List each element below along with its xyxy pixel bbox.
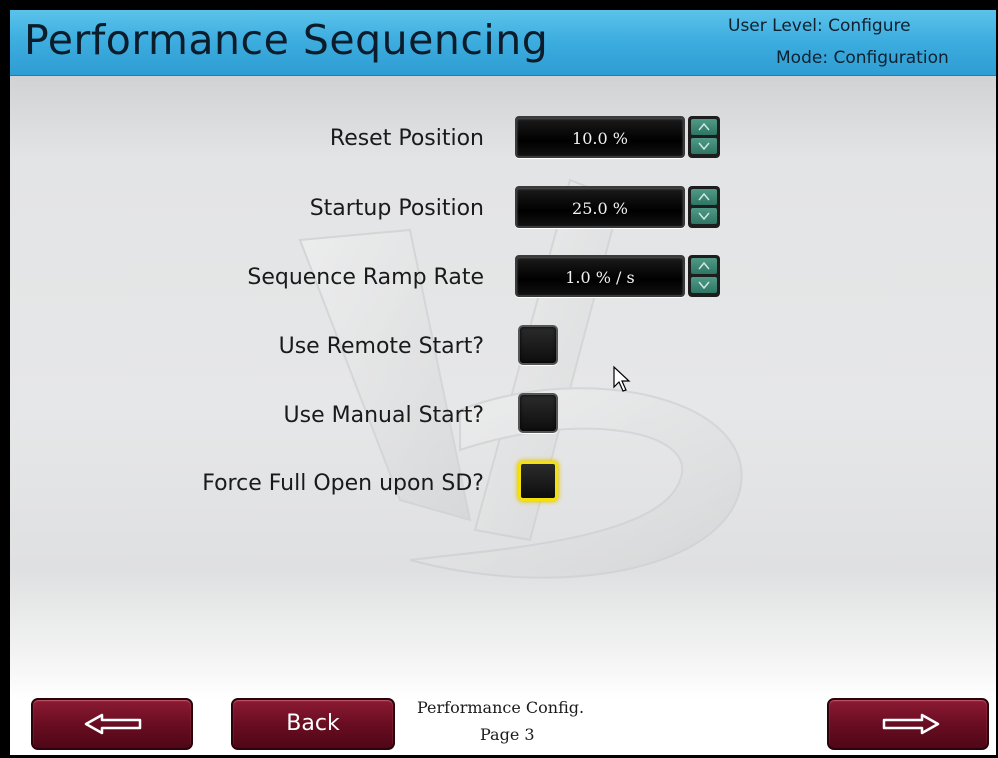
reset-position-spinner: [688, 116, 720, 158]
decrement-button[interactable]: [691, 277, 717, 293]
sequence-ramp-rate-spinner: [688, 255, 720, 297]
header-bar: Performance Sequencing User Level: Confi…: [10, 10, 996, 76]
page-title: Performance Sequencing: [24, 16, 549, 64]
chevron-up-icon: [698, 193, 710, 201]
chevron-down-icon: [698, 142, 710, 150]
startup-position-value: 25.0 %: [572, 199, 628, 218]
use-manual-start-label: Use Manual Start?: [283, 403, 484, 428]
increment-button[interactable]: [691, 189, 717, 205]
reset-position-value: 10.0 %: [572, 129, 628, 148]
decrement-button[interactable]: [691, 138, 717, 154]
startup-position-label: Startup Position: [309, 196, 484, 221]
page-name: Performance Config.: [417, 698, 585, 717]
chevron-up-icon: [698, 262, 710, 270]
sequence-ramp-rate-field[interactable]: 1.0 % / s: [515, 255, 685, 297]
use-remote-start-label: Use Remote Start?: [278, 334, 484, 359]
startup-position-spinner: [688, 186, 720, 228]
startup-position-field[interactable]: 25.0 %: [515, 186, 685, 228]
use-remote-start-checkbox[interactable]: [518, 325, 558, 365]
next-page-button[interactable]: [827, 698, 989, 750]
increment-button[interactable]: [691, 258, 717, 274]
chevron-down-icon: [698, 281, 710, 289]
previous-page-button[interactable]: [31, 698, 193, 750]
mouse-cursor-icon: [613, 365, 631, 392]
back-button-label: Back: [286, 711, 340, 736]
window-frame: Performance Sequencing User Level: Confi…: [0, 0, 998, 758]
arrow-right-icon: [882, 713, 940, 735]
arrow-left-icon: [84, 713, 142, 735]
chevron-up-icon: [698, 123, 710, 131]
mode-text: Mode: Configuration: [776, 48, 949, 68]
decrement-button[interactable]: [691, 208, 717, 224]
reset-position-field[interactable]: 10.0 %: [515, 116, 685, 158]
reset-position-label: Reset Position: [329, 126, 484, 151]
footer-bar: Back Performance Config. Page 3: [10, 695, 996, 755]
use-manual-start-checkbox[interactable]: [518, 393, 558, 433]
chevron-down-icon: [698, 212, 710, 220]
back-button[interactable]: Back: [231, 698, 395, 750]
increment-button[interactable]: [691, 119, 717, 135]
page-number: Page 3: [480, 725, 535, 744]
user-level-text: User Level: Configure: [728, 16, 911, 36]
sequence-ramp-rate-value: 1.0 % / s: [565, 268, 635, 287]
watermark-logo: [298, 178, 743, 579]
hmi-screen: Performance Sequencing User Level: Confi…: [10, 10, 996, 755]
force-full-open-label: Force Full Open upon SD?: [202, 471, 484, 496]
sequence-ramp-rate-label: Sequence Ramp Rate: [247, 265, 484, 290]
force-full-open-checkbox[interactable]: [518, 461, 558, 501]
